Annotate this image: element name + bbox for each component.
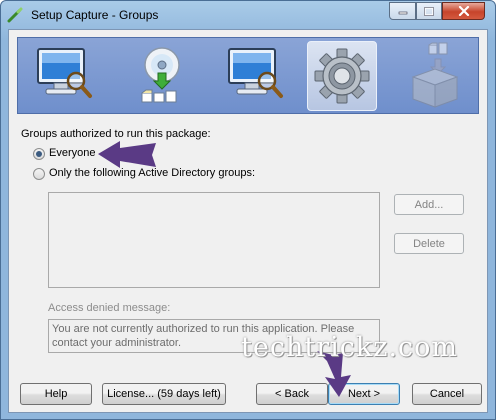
setup-capture-window: Setup Capture - Groups Groups authorized… [0, 0, 496, 420]
maximize-icon [424, 6, 434, 16]
minimize-icon [398, 11, 407, 15]
step-3 [221, 41, 291, 111]
maximize-button[interactable] [416, 2, 442, 20]
disc-install-icon [141, 47, 180, 103]
app-wand-icon [7, 7, 23, 23]
gear-icon [314, 48, 370, 104]
close-icon [458, 6, 469, 16]
step-1 [30, 41, 100, 111]
package-box-icon [411, 42, 459, 108]
access-denied-label: Access denied message: [48, 302, 171, 314]
radio-selected-dot [36, 151, 42, 157]
everyone-label[interactable]: Everyone [49, 147, 95, 159]
everyone-radio[interactable] [33, 148, 45, 160]
ad-groups-list[interactable] [48, 192, 380, 288]
minimize-button[interactable] [389, 2, 416, 20]
watermark-text: techtrickz.com [241, 332, 459, 363]
add-group-button[interactable]: Add... [394, 194, 464, 215]
cancel-button[interactable]: Cancel [412, 383, 482, 405]
delete-group-button[interactable]: Delete [394, 233, 464, 254]
close-button[interactable] [442, 2, 485, 20]
ad-groups-radio[interactable] [33, 168, 45, 180]
help-button[interactable]: Help [20, 383, 92, 405]
step-4-active [307, 41, 377, 111]
monitor-scan-icon [228, 48, 283, 98]
title-bar[interactable]: Setup Capture - Groups [1, 1, 495, 29]
annotation-arrow-left-icon [98, 141, 156, 168]
monitor-scan-icon [37, 48, 92, 98]
wizard-steps-banner [17, 37, 479, 114]
license-button[interactable]: License... (59 days left) [102, 383, 226, 405]
step-2 [128, 41, 198, 111]
window-title: Setup Capture - Groups [31, 8, 159, 22]
step-5 [399, 41, 469, 111]
